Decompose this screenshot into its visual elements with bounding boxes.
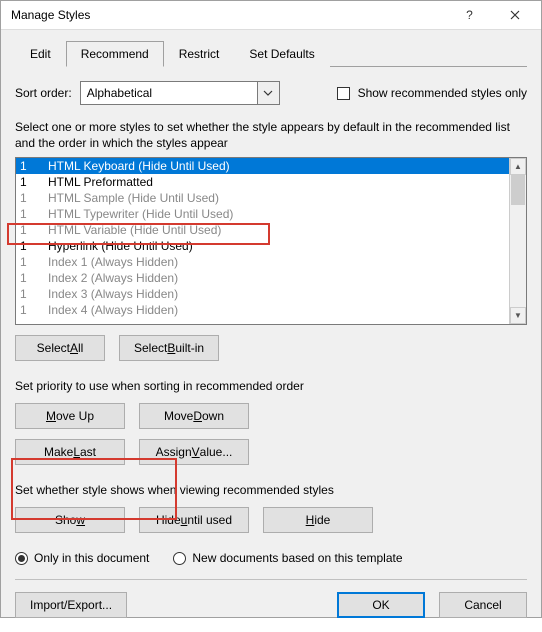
tab-recommend[interactable]: Recommend bbox=[66, 41, 164, 67]
list-item-priority: 1 bbox=[20, 159, 48, 173]
scroll-track[interactable] bbox=[510, 175, 526, 307]
show-recommended-only-checkbox[interactable] bbox=[337, 87, 350, 100]
list-item[interactable]: 1Hyperlink (Hide Until Used) bbox=[16, 238, 509, 254]
make-last-button[interactable]: Make Last bbox=[15, 439, 125, 465]
list-item-priority: 1 bbox=[20, 303, 48, 317]
close-button[interactable] bbox=[492, 1, 537, 29]
scope-radio-group: Only in this document New documents base… bbox=[15, 551, 527, 565]
tab-strip: Edit Recommend Restrict Set Defaults bbox=[15, 40, 527, 67]
list-item-priority: 1 bbox=[20, 287, 48, 301]
dialog-footer: Import/Export... OK Cancel bbox=[15, 592, 527, 618]
only-in-document-label: Only in this document bbox=[34, 551, 149, 565]
list-item-priority: 1 bbox=[20, 175, 48, 189]
chevron-down-icon bbox=[257, 82, 279, 104]
list-item-name: HTML Keyboard (Hide Until Used) bbox=[48, 159, 230, 173]
only-in-document-radio[interactable]: Only in this document bbox=[15, 551, 149, 565]
dialog-content: Edit Recommend Restrict Set Defaults Sor… bbox=[1, 30, 541, 632]
tab-setdefaults-label: Set Defaults bbox=[249, 47, 314, 61]
sort-label: Sort order: bbox=[15, 86, 72, 100]
radio-icon bbox=[173, 552, 186, 565]
list-item-priority: 1 bbox=[20, 207, 48, 221]
select-all-button[interactable]: Select All bbox=[15, 335, 105, 361]
help-button[interactable]: ? bbox=[447, 1, 492, 29]
visibility-section-label: Set whether style shows when viewing rec… bbox=[15, 483, 527, 497]
list-item-name: Hyperlink (Hide Until Used) bbox=[48, 239, 193, 253]
titlebar: Manage Styles ? bbox=[1, 1, 541, 30]
list-item-name: Index 1 (Always Hidden) bbox=[48, 255, 178, 269]
tab-edit[interactable]: Edit bbox=[15, 41, 66, 67]
move-up-button[interactable]: Move Up bbox=[15, 403, 125, 429]
list-item-priority: 1 bbox=[20, 271, 48, 285]
show-recommended-only-label: Show recommended styles only bbox=[358, 86, 527, 100]
new-documents-radio[interactable]: New documents based on this template bbox=[173, 551, 402, 565]
scrollbar[interactable]: ▲ ▼ bbox=[509, 158, 526, 324]
list-item-name: HTML Typewriter (Hide Until Used) bbox=[48, 207, 233, 221]
new-documents-label: New documents based on this template bbox=[192, 551, 402, 565]
styles-listbox[interactable]: 1HTML Keyboard (Hide Until Used)1HTML Pr… bbox=[15, 157, 527, 325]
list-item[interactable]: 1Index 2 (Always Hidden) bbox=[16, 270, 509, 286]
list-item[interactable]: 1HTML Typewriter (Hide Until Used) bbox=[16, 206, 509, 222]
import-export-button[interactable]: Import/Export... bbox=[15, 592, 127, 618]
select-builtin-button[interactable]: Select Built-in bbox=[119, 335, 219, 361]
list-item-name: Index 3 (Always Hidden) bbox=[48, 287, 178, 301]
list-item-name: HTML Variable (Hide Until Used) bbox=[48, 223, 221, 237]
priority-section-label: Set priority to use when sorting in reco… bbox=[15, 379, 527, 393]
tab-setdefaults[interactable]: Set Defaults bbox=[234, 41, 329, 67]
list-item[interactable]: 1HTML Sample (Hide Until Used) bbox=[16, 190, 509, 206]
list-item-name: HTML Sample (Hide Until Used) bbox=[48, 191, 219, 205]
assign-value-button[interactable]: Assign Value... bbox=[139, 439, 249, 465]
close-icon bbox=[510, 10, 520, 20]
list-item-name: Index 2 (Always Hidden) bbox=[48, 271, 178, 285]
list-item[interactable]: 1HTML Variable (Hide Until Used) bbox=[16, 222, 509, 238]
list-item-priority: 1 bbox=[20, 191, 48, 205]
separator bbox=[15, 579, 527, 580]
list-item[interactable]: 1HTML Preformatted bbox=[16, 174, 509, 190]
scroll-down-button[interactable]: ▼ bbox=[510, 307, 526, 324]
tab-recommend-label: Recommend bbox=[81, 47, 149, 61]
list-item[interactable]: 1Index 1 (Always Hidden) bbox=[16, 254, 509, 270]
list-item[interactable]: 1Index 3 (Always Hidden) bbox=[16, 286, 509, 302]
list-item-priority: 1 bbox=[20, 255, 48, 269]
list-item[interactable]: 1Index 4 (Always Hidden) bbox=[16, 302, 509, 318]
show-button[interactable]: Show bbox=[15, 507, 125, 533]
sort-order-value: Alphabetical bbox=[87, 86, 152, 100]
tab-restrict[interactable]: Restrict bbox=[164, 41, 235, 67]
scroll-thumb[interactable] bbox=[511, 175, 525, 205]
move-down-button[interactable]: Move Down bbox=[139, 403, 249, 429]
list-item-name: HTML Preformatted bbox=[48, 175, 153, 189]
list-item-priority: 1 bbox=[20, 223, 48, 237]
ok-button[interactable]: OK bbox=[337, 592, 425, 618]
sort-order-select[interactable]: Alphabetical bbox=[80, 81, 280, 105]
dialog-title: Manage Styles bbox=[11, 8, 447, 22]
radio-icon bbox=[15, 552, 28, 565]
tab-restrict-label: Restrict bbox=[179, 47, 220, 61]
list-item-priority: 1 bbox=[20, 239, 48, 253]
list-item[interactable]: 1HTML Keyboard (Hide Until Used) bbox=[16, 158, 509, 174]
cancel-button[interactable]: Cancel bbox=[439, 592, 527, 618]
hide-until-used-button[interactable]: Hide until used bbox=[139, 507, 249, 533]
sort-row: Sort order: Alphabetical Show recommende… bbox=[15, 81, 527, 105]
scroll-up-button[interactable]: ▲ bbox=[510, 158, 526, 175]
hide-button[interactable]: Hide bbox=[263, 507, 373, 533]
list-instruction: Select one or more styles to set whether… bbox=[15, 119, 527, 151]
list-item-name: Index 4 (Always Hidden) bbox=[48, 303, 178, 317]
tab-edit-label: Edit bbox=[30, 47, 51, 61]
manage-styles-dialog: Manage Styles ? Edit Recommend Restrict … bbox=[0, 0, 542, 618]
